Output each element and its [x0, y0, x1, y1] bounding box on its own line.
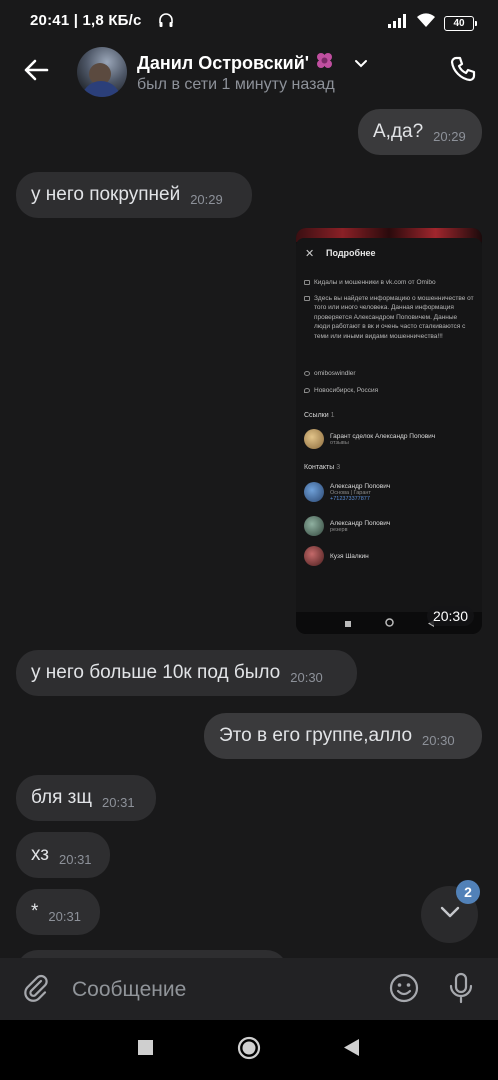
contact-name[interactable]: Данил Островский'	[137, 51, 336, 76]
message-text: у него покрупней	[31, 184, 181, 205]
message-time: 20:31	[48, 908, 81, 924]
message-text: Это в его группе,алло	[219, 725, 413, 746]
contact-name-text: Данил Островский'	[137, 53, 310, 73]
circle-icon	[384, 614, 394, 632]
scroll-down-button[interactable]: 2	[421, 880, 480, 943]
status-icons: 40	[159, 13, 477, 33]
message-bubble-incoming[interactable]: у него больше 10к под было 20:30	[16, 650, 357, 696]
recent-apps-button[interactable]	[130, 1035, 160, 1065]
call-button[interactable]	[446, 54, 480, 88]
screenshot-contact-item: Александр Попович резерв	[304, 515, 390, 537]
flower-emoji-icon	[314, 51, 336, 76]
screenshot-link-item: Гарант сделок Александр Попович отзывы	[304, 428, 435, 450]
paperclip-icon	[21, 973, 51, 1008]
screenshot-contact-item: Александр Попович Основа | Гарант +71237…	[304, 481, 390, 503]
message-bubble-incoming[interactable]: у него покрупней 20:29	[16, 172, 252, 218]
message-bubble-outgoing[interactable]: А,да? 20:29	[358, 109, 482, 155]
screenshot-info-sheet: ✕ Подробнее Кидалы и мошенники в vk.com …	[296, 238, 482, 612]
microphone-icon	[448, 972, 474, 1009]
chevron-down-icon	[439, 905, 461, 924]
message-time: 20:29	[433, 128, 466, 144]
voice-message-button[interactable]	[443, 972, 479, 1008]
attach-button[interactable]	[18, 972, 54, 1008]
avatar[interactable]	[77, 47, 127, 97]
message-input[interactable]	[72, 972, 372, 1008]
screenshot-row: Кидалы и мошенники в vk.com от Omibo	[304, 278, 436, 287]
message-text: хз	[31, 844, 49, 865]
message-time: 20:31	[102, 794, 135, 810]
screenshot-links-heading: Ссылки 1	[304, 412, 335, 419]
message-bubble-incoming[interactable]: бля зщ 20:31	[16, 775, 156, 821]
avatar	[304, 546, 324, 566]
message-bubble-incoming[interactable]: хз 20:31	[16, 832, 110, 878]
unread-count-badge: 2	[456, 880, 480, 904]
system-nav-bar	[0, 1020, 498, 1080]
message-bubble-outgoing[interactable]: Это в его группе,алло 20:30	[204, 713, 482, 759]
battery-indicator: 40	[444, 15, 477, 31]
screenshot-title: Подробнее	[326, 248, 376, 258]
screenshot-contacts-heading: Контакты 3	[304, 464, 341, 471]
text-icon	[304, 295, 310, 301]
square-icon	[137, 1040, 153, 1060]
headphones-icon	[158, 12, 174, 33]
back-nav-button[interactable]	[336, 1035, 366, 1065]
back-button[interactable]	[18, 56, 54, 88]
screenshot-row: Новосибирск, Россия	[304, 386, 378, 395]
message-bubble-incoming[interactable]: * 20:31	[16, 889, 100, 935]
wifi-icon	[416, 13, 436, 33]
screenshot-contact-item: Кузя Шалкин	[304, 545, 369, 567]
screenshot-row: omiboswindler	[304, 369, 356, 378]
phone-icon	[449, 55, 477, 88]
chat-header: Данил Островский' был в сети 1 минуту на…	[0, 44, 498, 102]
message-time: 20:30	[290, 669, 323, 685]
message-text: *	[31, 901, 39, 922]
avatar	[304, 516, 324, 536]
circle-icon	[237, 1036, 261, 1065]
photo-message[interactable]: ✕ Подробнее Кидалы и мошенники в vk.com …	[296, 228, 482, 634]
at-icon	[304, 370, 310, 376]
emoji-button[interactable]	[386, 972, 422, 1008]
triangle-icon	[343, 1039, 359, 1061]
message-time: 20:30	[426, 606, 474, 626]
message-time: 20:29	[190, 191, 223, 207]
avatar	[304, 429, 324, 449]
status-bar: 20:41 | 1,8 КБ/с 40	[0, 0, 498, 44]
avatar	[304, 482, 324, 502]
home-button[interactable]	[234, 1035, 264, 1065]
status-time: 20:41 | 1,8 КБ/с	[30, 12, 142, 29]
arrow-left-icon	[23, 59, 49, 86]
message-text: А,да?	[373, 121, 424, 142]
mail-icon	[304, 279, 310, 285]
last-seen-status: был в сети 1 минуту назад	[137, 76, 335, 93]
message-composer	[0, 958, 498, 1020]
screenshot-row: Здесь вы найдете информацию о мошенничес…	[304, 294, 474, 341]
signal-icon	[388, 13, 408, 33]
message-text: у него больше 10к под было	[31, 662, 281, 683]
close-icon: ✕	[305, 248, 315, 260]
chevron-down-icon[interactable]	[354, 56, 368, 74]
message-time: 20:31	[59, 851, 92, 867]
location-icon	[304, 387, 310, 393]
square-icon	[344, 614, 351, 632]
message-time: 20:30	[422, 732, 455, 748]
message-text: бля зщ	[31, 787, 93, 808]
smile-icon	[388, 972, 420, 1009]
